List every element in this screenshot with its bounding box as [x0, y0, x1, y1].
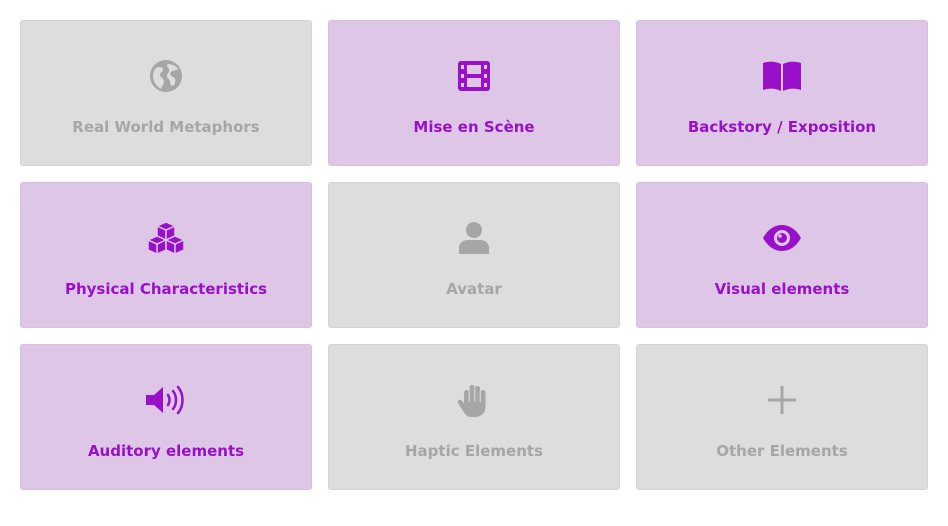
tile-label: Physical Characteristics	[64, 280, 268, 298]
eye-icon	[762, 220, 802, 256]
tile-visual-elements[interactable]: Visual elements	[636, 182, 928, 328]
book-icon	[762, 58, 802, 94]
tile-label: Backstory / Exposition	[687, 118, 877, 136]
tile-auditory-elements[interactable]: Auditory elements	[20, 344, 312, 490]
tile-backstory-exposition[interactable]: Backstory / Exposition	[636, 20, 928, 166]
globe-icon	[146, 58, 186, 94]
tile-label: Visual elements	[714, 280, 850, 298]
tile-label: Auditory elements	[87, 442, 245, 460]
film-icon	[454, 58, 494, 94]
category-grid: Real World Metaphors Mise en Scène Backs…	[20, 20, 928, 490]
hand-icon	[454, 382, 494, 418]
tile-avatar[interactable]: Avatar	[328, 182, 620, 328]
cubes-icon	[146, 220, 186, 256]
tile-other-elements[interactable]: Other Elements	[636, 344, 928, 490]
user-icon	[454, 220, 494, 256]
tile-label: Mise en Scène	[413, 118, 535, 136]
tile-label: Avatar	[446, 280, 502, 298]
volume-icon	[146, 382, 186, 418]
tile-real-world-metaphors[interactable]: Real World Metaphors	[20, 20, 312, 166]
plus-icon	[762, 382, 802, 418]
tile-label: Other Elements	[716, 442, 848, 460]
tile-label: Haptic Elements	[405, 442, 543, 460]
tile-mise-en-scene[interactable]: Mise en Scène	[328, 20, 620, 166]
tile-haptic-elements[interactable]: Haptic Elements	[328, 344, 620, 490]
tile-label: Real World Metaphors	[72, 118, 260, 136]
tile-physical-characteristics[interactable]: Physical Characteristics	[20, 182, 312, 328]
